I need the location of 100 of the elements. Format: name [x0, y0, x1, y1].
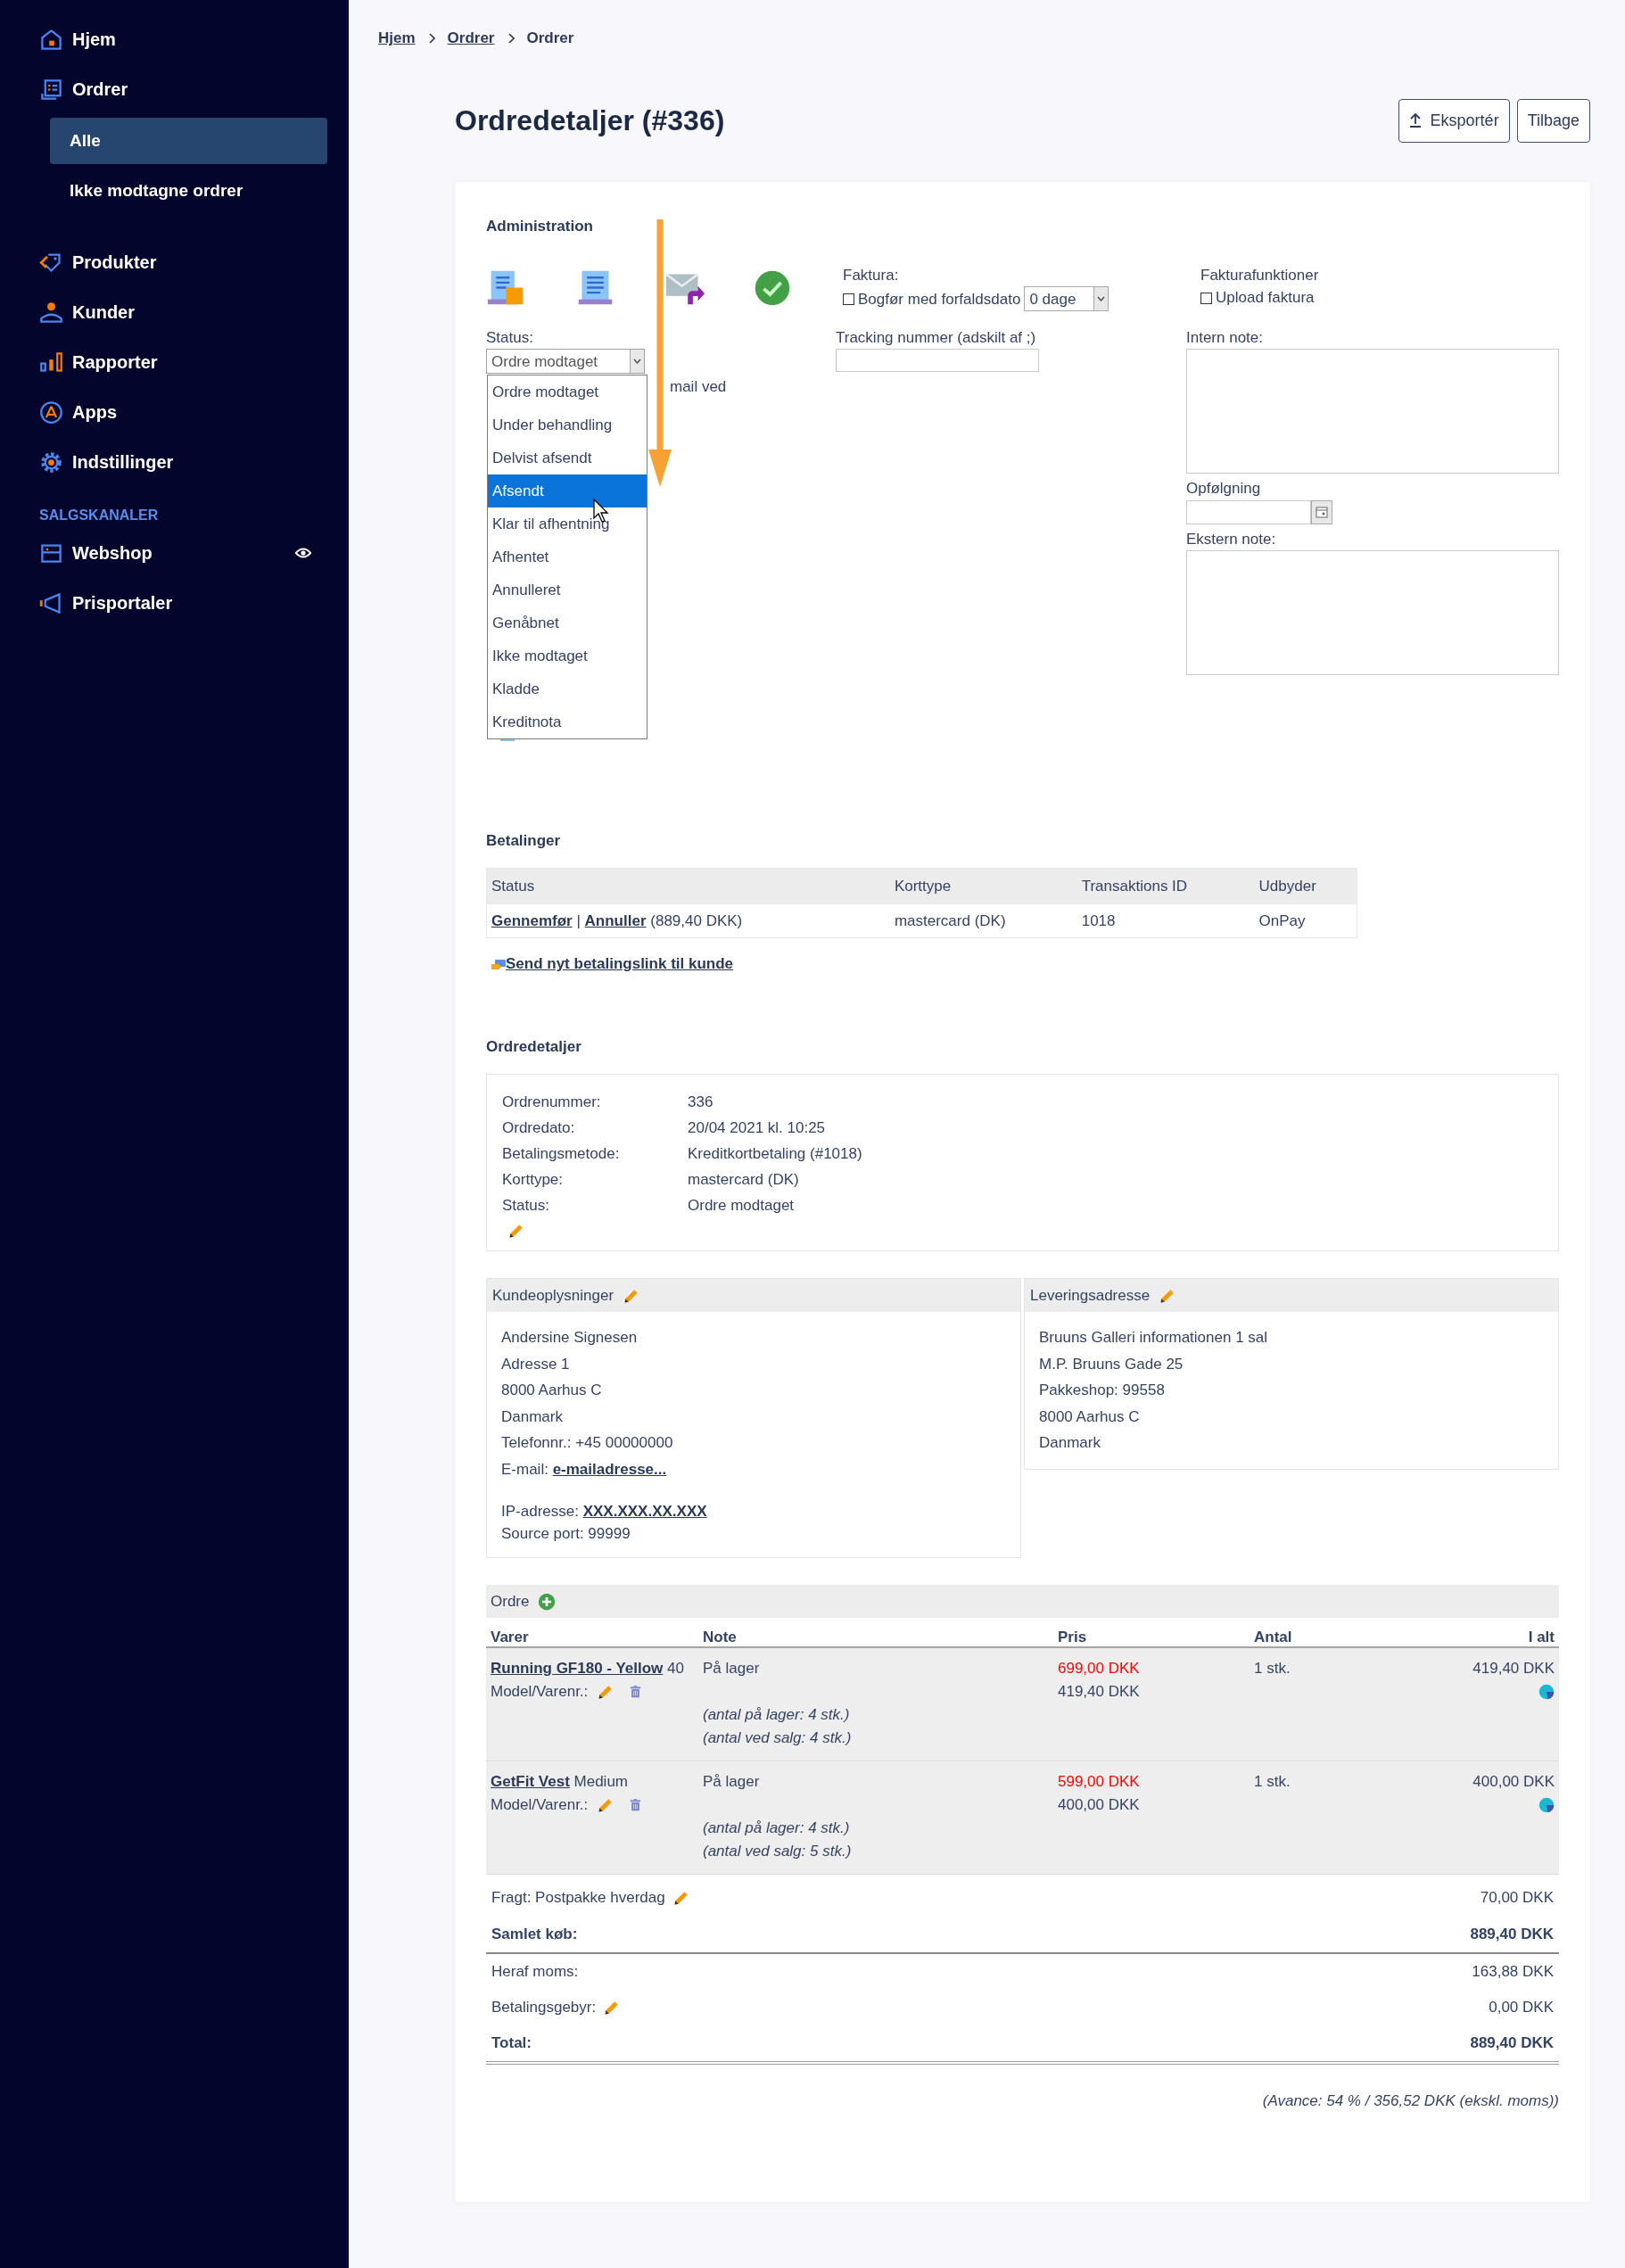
sidebar-item[interactable]: Produkter: [39, 237, 327, 287]
field-label: Ordredato:: [502, 1118, 576, 1139]
address-line: Pakkeshop: 99558: [1039, 1381, 1166, 1401]
field-label: E-mail:: [501, 1460, 549, 1478]
breadcrumb-link[interactable]: Hjem: [378, 27, 416, 50]
pie-chart-icon[interactable]: [1538, 1684, 1555, 1701]
variant-text: 40: [667, 1660, 684, 1678]
caret-icon: [633, 359, 641, 365]
dropdown-option[interactable]: Delvist afsendt: [488, 441, 647, 475]
pie-chart-icon[interactable]: [1538, 1797, 1555, 1814]
total-value: 889,40 DKK: [1470, 2033, 1554, 2054]
sidebar-item[interactable]: Prisportaler: [39, 578, 327, 628]
field-label: Fakturafunktioner: [1200, 265, 1320, 285]
stock-note: (antal ved salg: 4 stk.): [703, 1728, 853, 1749]
action-link[interactable]: Annuller: [584, 911, 647, 929]
pencil-icon[interactable]: [507, 1222, 525, 1241]
dropdown-option[interactable]: Annulleret: [488, 573, 647, 607]
address-line: 8000 Aarhus C: [501, 1381, 602, 1399]
dropdown-option[interactable]: Under behandling: [488, 408, 647, 442]
line-total: 419,40 DKK: [1472, 1659, 1555, 1679]
column-header: Korttype: [889, 868, 1077, 904]
variant-text: Medium: [573, 1773, 628, 1791]
megaphone-icon: [39, 590, 63, 615]
total-value: 163,88 DKK: [1472, 1962, 1554, 1983]
dropdown-option[interactable]: Afsendt: [488, 474, 647, 508]
checkbox[interactable]: Upload faktura: [1200, 286, 1315, 309]
total-value: 70,00 DKK: [1480, 1888, 1554, 1909]
export-button[interactable]: Eksportér: [1398, 98, 1510, 143]
address-line: Danmark: [1039, 1433, 1101, 1454]
payment-link[interactable]: Send nyt betalingslink til kunde: [506, 953, 734, 976]
field-label: IP-adresse:: [501, 1503, 579, 1521]
person-icon: [39, 300, 63, 325]
address-line: 8000 Aarhus C: [1039, 1406, 1141, 1427]
sidebar-item[interactable]: Kunder: [39, 287, 327, 337]
panel-title: Leveringsadresse: [1030, 1285, 1151, 1306]
checkbox[interactable]: Bogfør med forfaldsdato: [843, 287, 1021, 311]
product-link[interactable]: Running GF180 - Yellow: [491, 1660, 664, 1678]
product-link[interactable]: GetFit Vest: [491, 1773, 570, 1791]
upload-icon: [1408, 113, 1422, 128]
table-cell: OnPay: [1254, 903, 1357, 938]
dropdown-option[interactable]: Kreditnota: [488, 705, 647, 739]
dropdown-option[interactable]: Afhentet: [488, 540, 647, 574]
card-icon: [491, 958, 506, 970]
total-label: Fragt: Postpakke hverdag: [491, 1888, 665, 1909]
total-label: Betalingsgebyr:: [491, 1998, 597, 2018]
address-line: Bruuns Galleri informationen 1 sal: [1039, 1328, 1269, 1348]
dropdown-option[interactable]: Ikke modtaget: [488, 639, 647, 673]
tracking-input[interactable]: [836, 349, 1039, 373]
check-circle-icon[interactable]: [754, 268, 791, 307]
address-line: Telefonnr.: +45 00000000: [501, 1434, 673, 1452]
calendar-button[interactable]: [1311, 499, 1332, 524]
dropdown-option[interactable]: Ordre modtaget: [488, 375, 647, 409]
sale-price: 419,40 DKK: [1058, 1682, 1141, 1703]
field-label: Faktura:: [843, 265, 900, 285]
pencil-icon[interactable]: [672, 1889, 690, 1908]
sidebar-item[interactable]: Rapporter: [39, 337, 327, 387]
table-cell: 1 stk.: [1250, 1761, 1428, 1875]
days-select[interactable]: 0 dage: [1024, 286, 1109, 312]
back-button[interactable]: Tilbage: [1516, 98, 1590, 143]
field-value: Ordre modtaget: [688, 1196, 795, 1216]
total-value: 0,00 DKK: [1489, 1998, 1554, 2018]
total-label: Samlet køb:: [491, 1924, 578, 1944]
sidebar-item[interactable]: Webshop: [39, 528, 327, 578]
breadcrumb-link[interactable]: Ordrer: [447, 27, 495, 50]
contact-link[interactable]: XXX.XXX.XX.XXX: [582, 1503, 707, 1521]
cell-text: |: [576, 911, 581, 929]
date-input[interactable]: [1186, 499, 1311, 524]
breadcrumb-current: Ordrer: [526, 29, 574, 48]
list-price: 599,00 DKK: [1058, 1772, 1141, 1793]
total-label: Total:: [491, 2033, 532, 2054]
field-label: Opfølgning: [1186, 479, 1262, 499]
stock-status: På lager: [703, 1772, 761, 1793]
table-cell: mastercard (DK): [889, 903, 1077, 938]
section-heading: Administration: [486, 217, 594, 235]
field-label: Ekstern note:: [1186, 529, 1277, 549]
total-value: 889,40 DKK: [1470, 1924, 1554, 1944]
stock-status: På lager: [703, 1659, 761, 1679]
sidebar-item[interactable]: Apps: [39, 387, 327, 437]
eye-icon[interactable]: [295, 547, 311, 559]
field-value: 336: [688, 1093, 714, 1113]
sidebar-item[interactable]: Ordrer: [39, 64, 327, 114]
field-label: Ordrenummer:: [502, 1093, 602, 1113]
sidebar-item[interactable]: Hjem: [39, 14, 327, 64]
panel-title: Ordre: [491, 1591, 530, 1612]
field-label: Status:: [486, 327, 534, 348]
address-line: Andersine Signesen: [501, 1329, 638, 1347]
dropdown-option[interactable]: Klar til afhentning: [488, 507, 647, 541]
contact-link[interactable]: e-mailadresse...: [552, 1460, 667, 1478]
action-link[interactable]: Gennemfør: [491, 911, 573, 929]
document-icon: [39, 77, 63, 102]
field-label: Korttype:: [502, 1170, 565, 1191]
chevron-icon: [507, 32, 515, 44]
sidebar-subitem[interactable]: Ikke modtagne ordrer: [50, 168, 327, 214]
dropdown-option[interactable]: Kladde: [488, 672, 647, 706]
address-line: M.P. Bruuns Gade 25: [1039, 1354, 1184, 1374]
calendar-icon: [1316, 506, 1328, 518]
plus-circle-icon[interactable]: [538, 1592, 557, 1611]
dropdown-option[interactable]: Genåbnet: [488, 606, 647, 640]
sidebar-subitem[interactable]: Alle: [50, 118, 327, 164]
sidebar-item[interactable]: Indstillinger: [39, 437, 327, 487]
